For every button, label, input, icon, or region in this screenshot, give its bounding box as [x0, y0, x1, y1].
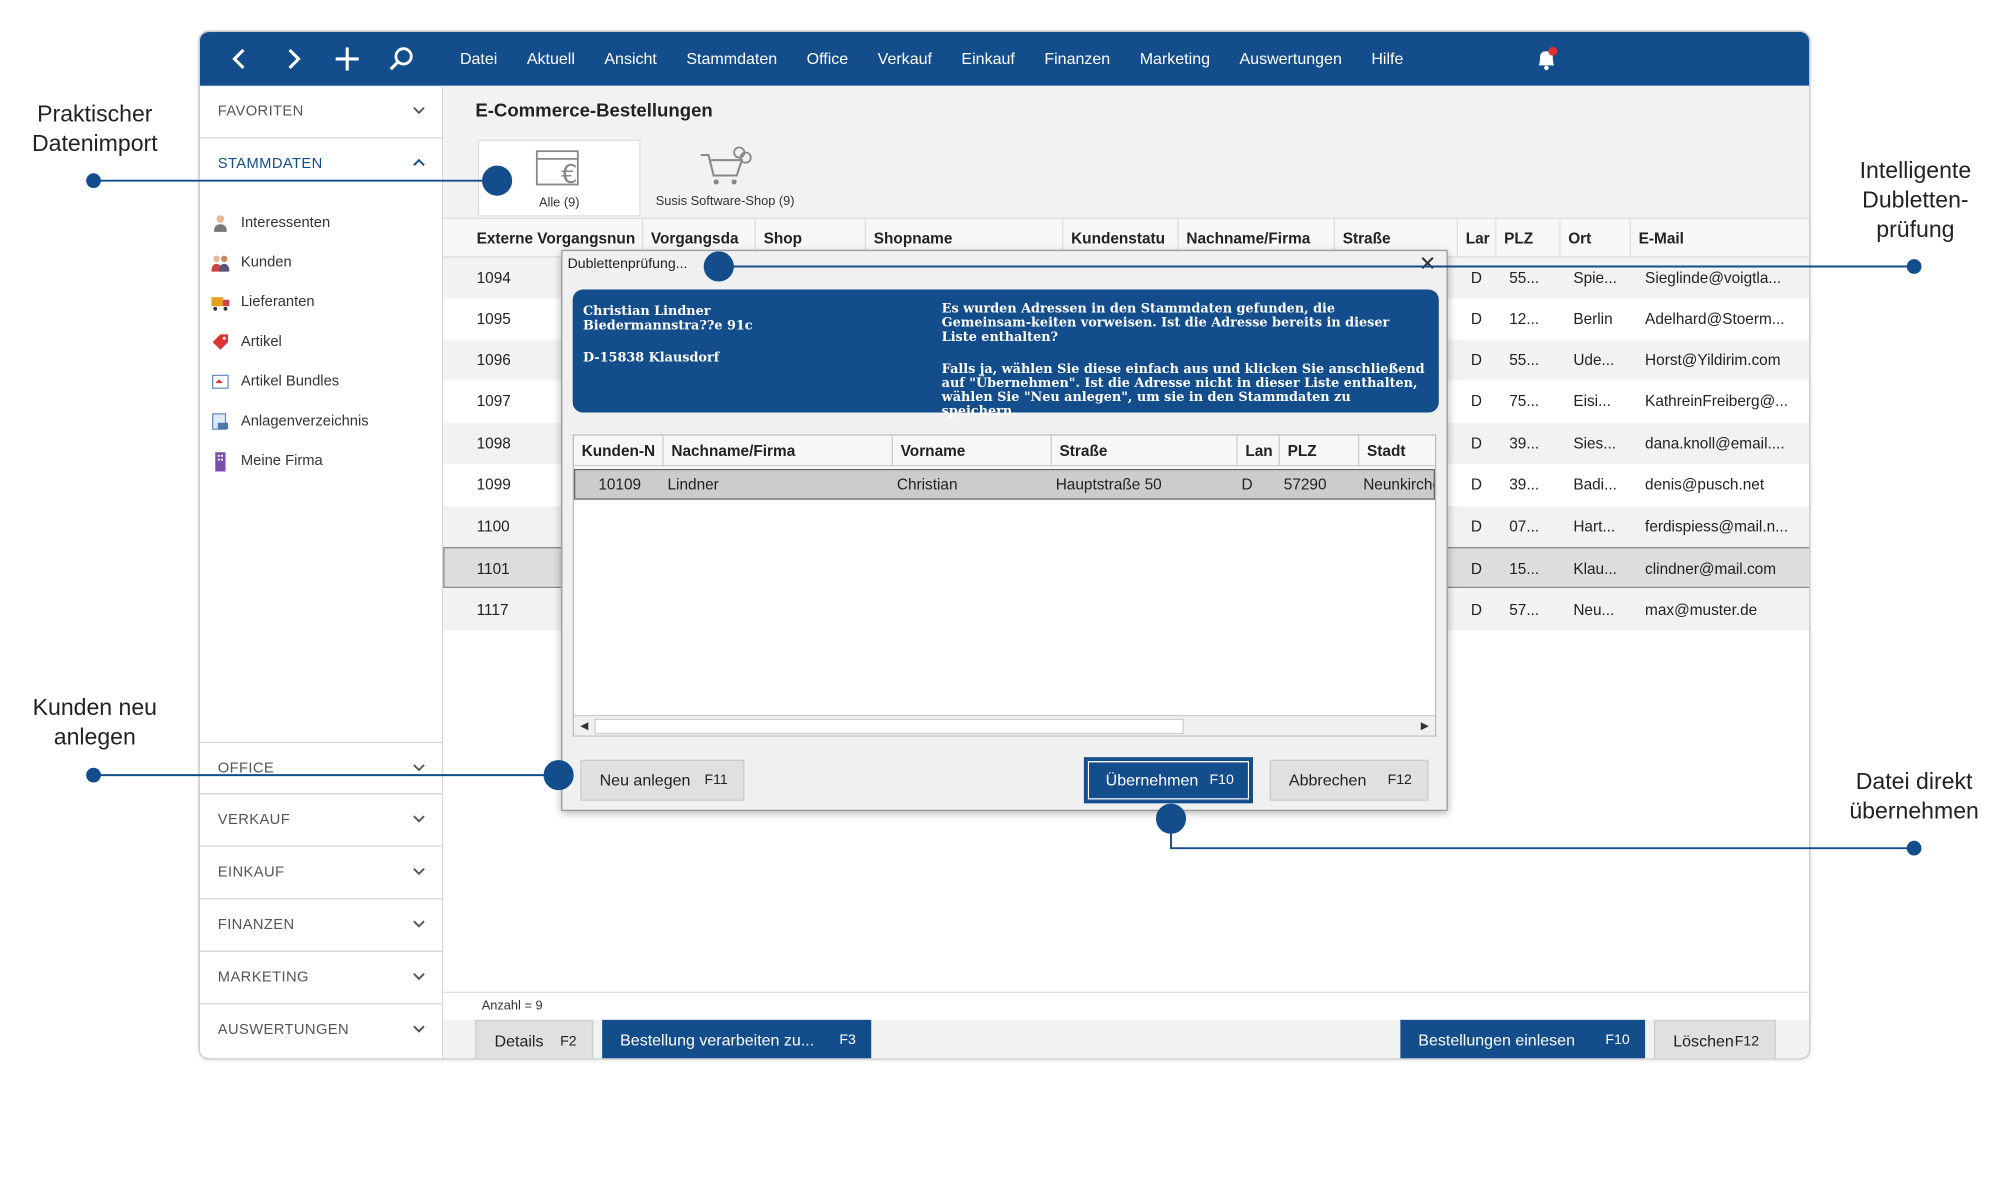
callout-uebernehmen: Datei direkt übernehmen	[1849, 768, 1979, 824]
callout-dublettenpruefung: Intelligente Dubletten-prüfung	[1859, 157, 1972, 243]
callout-datenimport: Praktischer Datenimport	[31, 101, 158, 157]
callout-lines	[86, 165, 1922, 856]
callout-kunden-neu: Kunden neu anlegen	[32, 694, 158, 750]
